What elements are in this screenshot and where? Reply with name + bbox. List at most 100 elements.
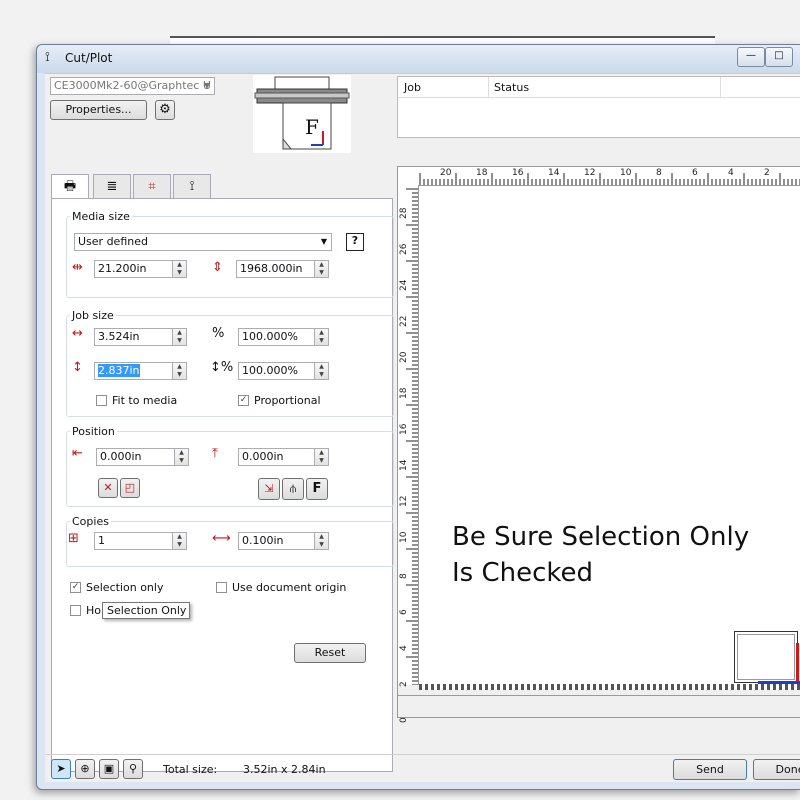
- side-ruler-label: 6: [399, 609, 409, 615]
- page-view-icon: ▣: [103, 762, 115, 775]
- top-ruler-label: 12: [584, 168, 596, 178]
- tab-layers[interactable]: ≣: [93, 174, 131, 198]
- chevron-down-icon: ▼: [320, 237, 327, 246]
- side-ruler-label: 20: [399, 351, 409, 363]
- clear-origin-icon: ✕: [103, 481, 113, 494]
- side-ruler-label: 16: [399, 423, 409, 435]
- title-bar[interactable]: ⟟ Cut/Plot — □: [37, 45, 800, 73]
- job-height-percent-input[interactable]: 100.000%: [238, 362, 318, 380]
- send-button[interactable]: Send: [673, 759, 747, 780]
- media-bottom-edge: [419, 684, 800, 690]
- zoom-in-button[interactable]: ⊕: [75, 759, 95, 779]
- done-button[interactable]: Done: [753, 759, 800, 780]
- job-height-spinner[interactable]: ▲ ▼: [172, 362, 187, 380]
- plotter-image: F: [253, 75, 351, 153]
- fit-to-media-label: Fit to media: [112, 394, 178, 407]
- zoom-selection-button[interactable]: ⚲: [123, 759, 143, 779]
- job-preview-box[interactable]: [734, 631, 798, 683]
- select-tool-button[interactable]: ➤: [51, 759, 71, 779]
- rotate-icon: ⇲: [264, 482, 274, 495]
- clear-origin-button[interactable]: ✕: [98, 478, 118, 498]
- annotation-text: Be Sure Selection Only Is Checked: [452, 519, 749, 591]
- side-ruler-label: 22: [399, 315, 409, 327]
- zoom-in-icon: ⊕: [80, 762, 90, 775]
- copies-spacing-input[interactable]: 0.100in: [238, 532, 318, 550]
- minimize-button[interactable]: —: [737, 47, 765, 67]
- position-x-spinner[interactable]: ▲ ▼: [174, 448, 189, 466]
- media-width-spinner[interactable]: ▲ ▼: [172, 260, 187, 278]
- column-status[interactable]: Status: [494, 81, 529, 94]
- position-x-input[interactable]: 0.000in: [96, 448, 176, 466]
- position-y-spinner[interactable]: ▲ ▼: [314, 448, 329, 466]
- copies-label: Copies: [70, 515, 111, 528]
- media-width-input[interactable]: 21.200in: [94, 260, 174, 278]
- media-height-input[interactable]: 1968.000in: [236, 260, 316, 278]
- job-width-spinner[interactable]: ▲ ▼: [172, 328, 187, 346]
- magnifier-icon: ⚲: [128, 762, 138, 775]
- proportional-label: Proportional: [254, 394, 321, 407]
- side-ruler-label: 8: [399, 573, 409, 579]
- total-size-value: 3.52in x 2.84in: [243, 763, 326, 776]
- window-title: Cut/Plot: [65, 51, 113, 65]
- job-height-percent-spinner[interactable]: ▲ ▼: [314, 362, 329, 380]
- fit-to-media-checkbox[interactable]: [96, 395, 107, 406]
- media-help-icon[interactable]: ?: [346, 233, 364, 251]
- copies-count-spinner[interactable]: ▲ ▼: [172, 532, 187, 550]
- tab-registration[interactable]: ⌗: [133, 174, 171, 198]
- side-ruler-label: 14: [399, 459, 409, 471]
- side-ruler: 28 26 24 22 20 18 16 14 12 10 8 6 4 2 0: [398, 185, 419, 723]
- job-list[interactable]: Job Status: [397, 76, 800, 138]
- column-job[interactable]: Job: [404, 81, 421, 94]
- top-ruler-label: 4: [728, 168, 734, 178]
- position-y-input[interactable]: 0.000in: [238, 448, 318, 466]
- job-width-percent-input[interactable]: 100.000%: [238, 328, 318, 346]
- side-ruler-label: 0: [399, 717, 409, 723]
- hold-checkbox[interactable]: [70, 605, 81, 616]
- settings-sliders-icon: ⚙: [159, 102, 171, 117]
- width-percent-icon: %: [212, 326, 225, 341]
- set-origin-icon: ◰: [124, 481, 136, 494]
- side-ruler-label: 28: [399, 207, 409, 219]
- job-height-input[interactable]: 2.837in: [94, 362, 174, 380]
- origin-letter: F: [305, 115, 319, 139]
- rotate-button[interactable]: ⇲: [258, 478, 280, 500]
- top-ruler-label: 2: [764, 168, 770, 178]
- mirror-button[interactable]: ⫛: [282, 478, 304, 500]
- dialog-client-area: CE3000Mk2-60@Graphtec U ▼ Properties... …: [45, 73, 800, 782]
- tab-tool[interactable]: ⟟: [173, 174, 211, 198]
- properties-button[interactable]: Properties...: [50, 100, 147, 120]
- side-ruler-label: 10: [399, 531, 409, 543]
- proportional-checkbox[interactable]: ✓: [238, 395, 249, 406]
- x-offset-icon: ⇤: [72, 446, 83, 461]
- orientation-f-button[interactable]: F: [306, 478, 328, 500]
- device-select[interactable]: CE3000Mk2-60@Graphtec U ▼: [50, 77, 215, 95]
- preview-area[interactable]: 20 18 16 14 12 10 8 6 4 2 28 26 24 22 20 18 16 14 12 10 8 6 4…: [397, 166, 800, 723]
- top-ruler-label: 10: [620, 168, 632, 178]
- reset-button[interactable]: Reset: [294, 643, 366, 663]
- height-icon: ⇕: [212, 260, 223, 275]
- media-size-select[interactable]: User defined ▼: [74, 233, 332, 251]
- selection-only-tooltip: Selection Only: [102, 602, 190, 619]
- job-width-input[interactable]: 3.524in: [94, 328, 174, 346]
- cursor-icon: ➤: [56, 762, 66, 775]
- job-width-icon: ↔: [72, 326, 83, 341]
- tab-panel: Media size User defined ▼ ? ⇹ 21.200in ▲…: [51, 198, 394, 772]
- copies-count-input[interactable]: 1: [94, 532, 174, 550]
- fit-page-button[interactable]: ▣: [99, 759, 119, 779]
- x-axis-arrow: [758, 681, 800, 684]
- maximize-button[interactable]: □: [765, 47, 793, 67]
- device-settings-button[interactable]: ⚙: [155, 100, 175, 120]
- media-size-group: [66, 216, 394, 298]
- selection-only-checkbox[interactable]: ✓: [70, 582, 81, 593]
- position-label: Position: [70, 425, 117, 438]
- tab-general[interactable]: 🖶: [51, 174, 89, 199]
- horizontal-scrollbar[interactable]: [398, 695, 800, 716]
- media-height-spinner[interactable]: ▲ ▼: [314, 260, 329, 278]
- top-ruler-label: 8: [656, 168, 662, 178]
- printer-icon: 🖶: [63, 179, 77, 194]
- media-canvas[interactable]: [419, 186, 800, 684]
- job-width-percent-spinner[interactable]: ▲ ▼: [314, 328, 329, 346]
- use-document-origin-checkbox[interactable]: [216, 582, 227, 593]
- set-origin-button[interactable]: ◰: [120, 478, 140, 498]
- copies-spacing-spinner[interactable]: ▲ ▼: [314, 532, 329, 550]
